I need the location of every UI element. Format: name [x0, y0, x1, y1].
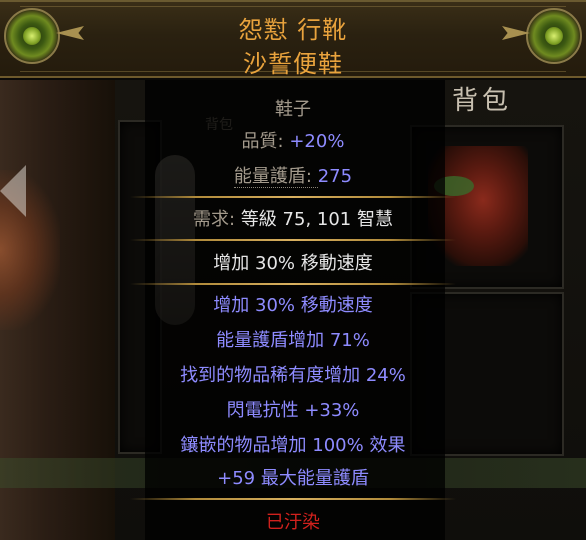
requirement-line: 需求: 等級 75, 101 智慧 [0, 205, 586, 231]
quality-label: 品質: [241, 131, 290, 152]
corrupted-status: 已汙染 [266, 512, 320, 533]
explicit-mod: 鑲嵌的物品增加 100% 效果 [180, 435, 406, 456]
quality-value: +20% [289, 131, 345, 152]
requirement-values: 等級 75, 101 智慧 [240, 209, 393, 230]
energy-shield-line: 能量護盾: 275 [0, 162, 586, 188]
explicit-mod: 找到的物品稀有度增加 24% [180, 365, 406, 386]
explicit-mod: 閃電抗性 +33% [226, 400, 360, 421]
tooltip-header: 怨懟 行靴 沙誓便鞋 [0, 0, 586, 78]
requirement-label: 需求: [193, 209, 241, 230]
separator [130, 283, 456, 285]
separator [130, 196, 456, 198]
quality-line: 品質: +20% [0, 127, 586, 153]
separator [130, 498, 456, 500]
item-base-type: 沙誓便鞋 [243, 50, 343, 78]
energy-shield-value: 275 [317, 166, 353, 187]
explicit-mod: 能量護盾增加 71% [216, 330, 370, 351]
separator [130, 239, 456, 241]
explicit-mod: 增加 30% 移動速度 [213, 295, 373, 316]
explicit-mod: +59 最大能量護盾 [217, 468, 369, 489]
item-tooltip: 怨懟 行靴 沙誓便鞋 鞋子 品質: +20% 能量護盾: 275 需求: 等級 … [0, 0, 586, 540]
implicit-mod: 增加 30% 移動速度 [213, 253, 373, 274]
item-category: 鞋子 [275, 99, 311, 120]
item-name: 怨懟 行靴 [238, 16, 348, 44]
energy-shield-label: 能量護盾: [233, 166, 318, 188]
